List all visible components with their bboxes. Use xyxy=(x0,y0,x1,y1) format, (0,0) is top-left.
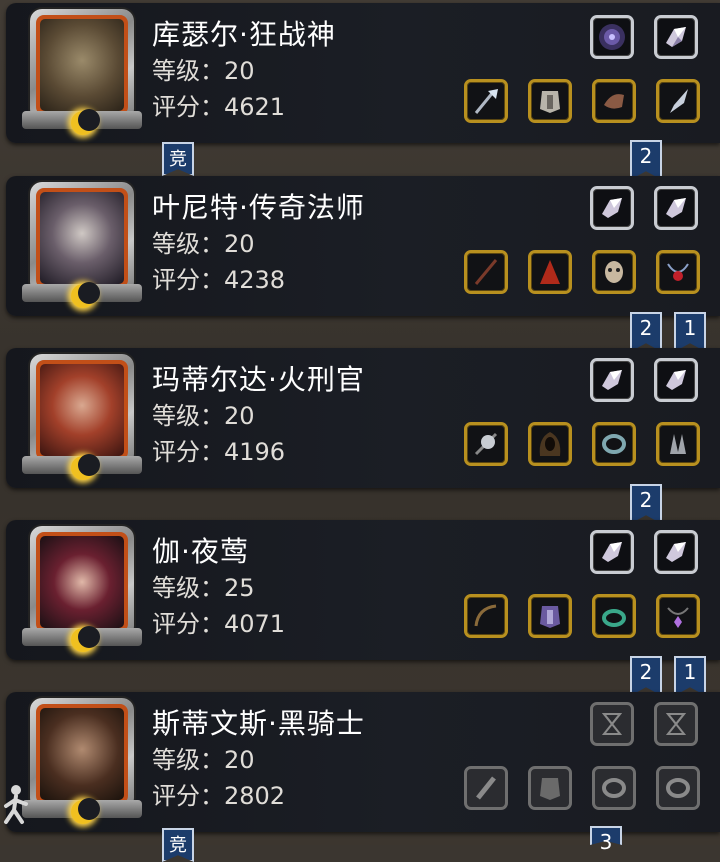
hero-portrait[interactable] xyxy=(22,354,142,480)
hero-portrait[interactable] xyxy=(22,182,142,308)
armor-slot-icon[interactable] xyxy=(528,766,572,810)
rank-flag: 3 xyxy=(590,826,622,854)
hero-score: 评分：4238 xyxy=(152,266,286,294)
hero-level: 等级：20 xyxy=(152,402,255,430)
ring-slot-icon[interactable] xyxy=(656,766,700,810)
armor-icon[interactable] xyxy=(528,79,572,123)
rank-flag: 2 xyxy=(630,140,662,180)
rank-flag: 1 xyxy=(674,312,706,352)
blade-icon[interactable] xyxy=(656,79,700,123)
crystal-icon[interactable] xyxy=(590,186,634,230)
hero-level: 等级：25 xyxy=(152,574,255,602)
hero-portrait[interactable] xyxy=(22,526,142,652)
hero-card-1[interactable]: 库瑟尔·狂战神 等级：20 评分：4621 xyxy=(6,3,720,143)
gauntlet-icon[interactable] xyxy=(592,79,636,123)
rank-flag: 2 xyxy=(630,312,662,352)
moon-icon xyxy=(71,626,100,652)
crystal-icon[interactable] xyxy=(654,186,698,230)
hero-name: 玛蒂尔达·火刑官 xyxy=(152,363,365,396)
ring-icon[interactable] xyxy=(592,594,636,638)
hero-name: 斯蒂文斯·黑骑士 xyxy=(152,707,365,740)
hero-card-5[interactable]: 斯蒂文斯·黑骑士 等级：20 评分：2802 xyxy=(6,692,720,832)
mask-icon[interactable] xyxy=(592,250,636,294)
moon-icon xyxy=(71,109,100,135)
ring-slot-icon[interactable] xyxy=(592,766,636,810)
hero-level: 等级：20 xyxy=(152,746,255,774)
crystal-icon[interactable] xyxy=(654,530,698,574)
hourglass-slot-icon[interactable] xyxy=(654,702,698,746)
hero-name: 叶尼特·传奇法师 xyxy=(152,191,365,224)
armor-icon[interactable] xyxy=(528,594,572,638)
claw-icon[interactable] xyxy=(656,422,700,466)
hero-card-2[interactable]: 叶尼特·传奇法师 等级：20 评分：4238 xyxy=(6,176,720,316)
hero-level: 等级：20 xyxy=(152,230,255,258)
dark-orb-icon[interactable] xyxy=(590,15,634,59)
crystal-icon[interactable] xyxy=(654,15,698,59)
hero-card-4[interactable]: 伽·夜莺 等级：25 评分：4071 xyxy=(6,520,720,660)
hero-score: 评分：4621 xyxy=(152,93,286,121)
hero-level: 等级：20 xyxy=(152,57,255,85)
hero-score: 评分：4196 xyxy=(152,438,286,466)
bow-icon[interactable] xyxy=(464,594,508,638)
crystal-icon[interactable] xyxy=(590,530,634,574)
hero-name: 伽·夜莺 xyxy=(152,535,249,568)
hero-portrait[interactable] xyxy=(22,9,142,135)
hero-score: 评分：2802 xyxy=(152,782,286,810)
hood-icon[interactable] xyxy=(528,422,572,466)
hero-card-3[interactable]: 玛蒂尔达·火刑官 等级：20 评分：4196 xyxy=(6,348,720,488)
ring-icon[interactable] xyxy=(592,422,636,466)
runner-icon[interactable] xyxy=(0,782,32,830)
moon-icon xyxy=(71,454,100,480)
sword-slot-icon[interactable] xyxy=(464,766,508,810)
moon-icon xyxy=(71,798,100,824)
rank-flag: 2 xyxy=(630,484,662,524)
rank-flag: 1 xyxy=(674,656,706,696)
hero-name: 库瑟尔·狂战神 xyxy=(152,18,336,51)
orb-necklace-icon[interactable] xyxy=(656,250,700,294)
double-axe-icon[interactable] xyxy=(464,422,508,466)
arena-badge: 竞 xyxy=(162,828,194,862)
hourglass-slot-icon[interactable] xyxy=(590,702,634,746)
cloak-icon[interactable] xyxy=(528,250,572,294)
crystal-icon[interactable] xyxy=(654,358,698,402)
rank-flag: 2 xyxy=(630,656,662,696)
crystal-icon[interactable] xyxy=(590,358,634,402)
moon-icon xyxy=(71,282,100,308)
hero-portrait[interactable] xyxy=(22,698,142,824)
staff-icon[interactable] xyxy=(464,250,508,294)
amulet-icon[interactable] xyxy=(656,594,700,638)
axe-icon[interactable] xyxy=(464,79,508,123)
hero-score: 评分：4071 xyxy=(152,610,286,638)
